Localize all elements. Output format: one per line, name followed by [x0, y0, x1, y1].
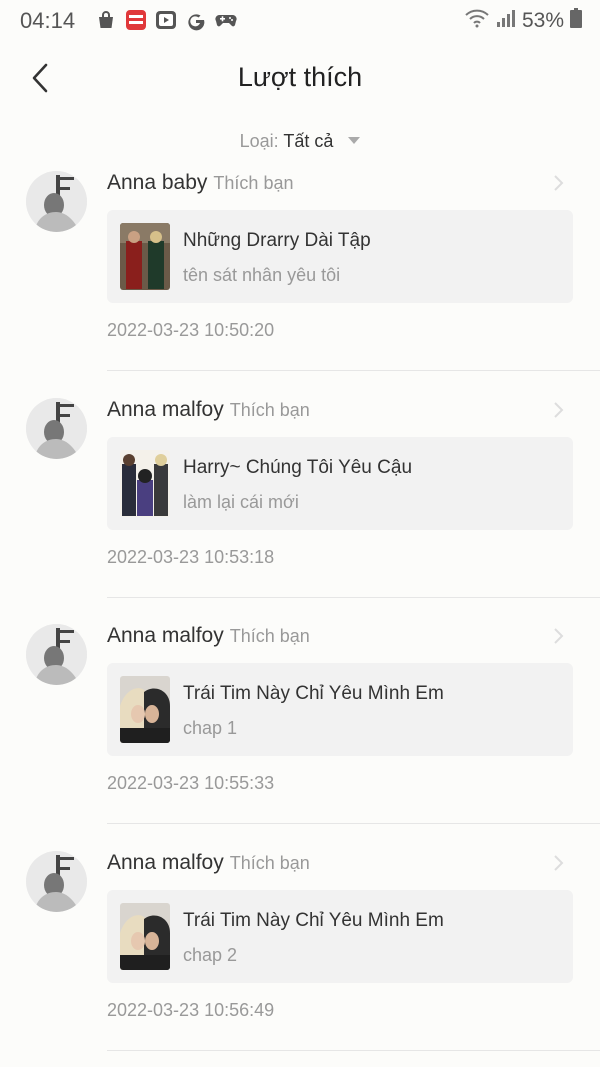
- battery-icon: [570, 8, 582, 34]
- work-card[interactable]: Trái Tim Này Chỉ Yêu Mình Em chap 2: [107, 890, 573, 983]
- divider: [107, 1050, 600, 1051]
- filter-label: Loại:: [239, 131, 279, 151]
- work-cover-image: [120, 903, 170, 970]
- user-name-text: Anna malfoy: [107, 624, 224, 647]
- divider: [107, 597, 600, 598]
- avatar[interactable]: [26, 851, 87, 912]
- divider: [107, 823, 600, 824]
- work-title: Trái Tim Này Chỉ Yêu Mình Em: [183, 910, 444, 931]
- work-cover-image: [120, 450, 170, 517]
- list-item[interactable]: Anna malfoy Thích bạn Harry~ Chúng Tôi Yê…: [0, 398, 600, 625]
- work-subtitle: tên sát nhân yêu tôi: [183, 265, 341, 285]
- list-item[interactable]: Anna baby Thích bạn Những Drarry Dài Tập …: [0, 171, 600, 398]
- list-item[interactable]: Anna malfoy Thích bạn Trái Tim Này Chỉ Yê…: [0, 851, 600, 1067]
- youtube-app-icon: [155, 9, 177, 31]
- manga-toon-app-icon: [125, 9, 147, 31]
- timestamp: 2022-03-23 10:50:20: [107, 320, 275, 340]
- battery-level: 53%: [521, 9, 564, 32]
- status-notification-icons: [95, 9, 237, 31]
- gamepad-icon: [215, 9, 237, 31]
- type-filter[interactable]: Loại: Tất cả: [0, 131, 600, 152]
- avatar[interactable]: [26, 624, 87, 685]
- avatar[interactable]: [26, 398, 87, 459]
- work-title: Những Drarry Dài Tập: [183, 230, 371, 251]
- chevron-right-icon: [554, 628, 564, 644]
- work-subtitle: chap 2: [183, 945, 238, 965]
- action-text: Thích bạn: [229, 626, 310, 646]
- user-name-text: Anna baby: [107, 171, 208, 194]
- work-card[interactable]: Những Drarry Dài Tập tên sát nhân yêu tô…: [107, 210, 573, 303]
- avatar[interactable]: [26, 171, 87, 232]
- status-time: 04:14: [20, 8, 76, 33]
- status-right: 53%: [464, 8, 582, 34]
- action-text: Thích bạn: [213, 173, 294, 193]
- chevron-right-icon: [554, 175, 564, 191]
- timestamp: 2022-03-23 10:53:18: [107, 547, 275, 567]
- timestamp: 2022-03-23 10:55:33: [107, 773, 275, 793]
- shopping-bag-icon: [95, 9, 117, 31]
- divider: [107, 370, 600, 371]
- work-card[interactable]: Harry~ Chúng Tôi Yêu Cậu làm lại cái mới: [107, 437, 573, 530]
- caret-down-icon: [348, 136, 361, 144]
- page-title: Lượt thích: [237, 62, 363, 92]
- header: Lượt thích: [0, 48, 600, 108]
- user-name[interactable]: Anna baby Thích bạn: [107, 171, 293, 195]
- work-cover-image: [120, 223, 170, 290]
- work-title: Harry~ Chúng Tôi Yêu Cậu: [183, 457, 413, 478]
- filter-value: Tất cả: [283, 131, 334, 151]
- work-title: Trái Tim Này Chỉ Yêu Mình Em: [183, 683, 444, 704]
- work-subtitle: làm lại cái mới: [183, 492, 299, 512]
- user-name[interactable]: Anna malfoy Thích bạn: [107, 398, 310, 422]
- user-name-text: Anna malfoy: [107, 398, 224, 421]
- work-cover-image: [120, 676, 170, 743]
- work-subtitle: chap 1: [183, 718, 238, 738]
- status-bar: 04:14 53%: [0, 0, 600, 40]
- user-name[interactable]: Anna malfoy Thích bạn: [107, 851, 310, 875]
- work-card[interactable]: Trái Tim Này Chỉ Yêu Mình Em chap 1: [107, 663, 573, 756]
- user-name[interactable]: Anna malfoy Thích bạn: [107, 624, 310, 648]
- chevron-right-icon: [554, 402, 564, 418]
- action-text: Thích bạn: [229, 400, 310, 420]
- action-text: Thích bạn: [229, 853, 310, 873]
- timestamp: 2022-03-23 10:56:49: [107, 1000, 275, 1020]
- google-icon: [185, 9, 207, 31]
- wifi-icon: [464, 8, 490, 34]
- signal-icon: [496, 8, 516, 34]
- user-name-text: Anna malfoy: [107, 851, 224, 874]
- list-item[interactable]: Anna malfoy Thích bạn Trái Tim Này Chỉ Yê…: [0, 624, 600, 851]
- chevron-right-icon: [554, 855, 564, 871]
